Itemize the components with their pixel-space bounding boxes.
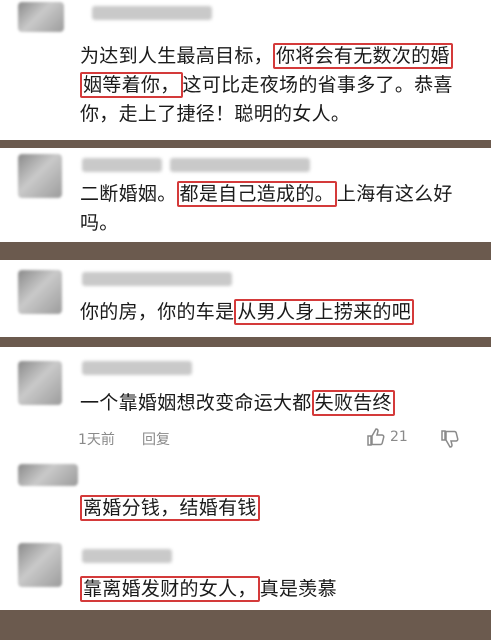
highlighted-text: 离婚分钱，结婚有钱 [80, 495, 260, 521]
username-blurred [82, 158, 162, 172]
text-segment: 上海有这么好 [336, 183, 453, 205]
comment-line: 二断婚姻。 都是自己造成的。 上海有这么好 [80, 180, 480, 209]
text-segment: 一个靠婚姻想改变命运大都 [80, 392, 312, 414]
avatar [18, 361, 62, 405]
username-blurred [82, 272, 232, 286]
background-strip [0, 610, 491, 640]
highlighted-text: 你将会有无数次的婚 [273, 43, 453, 69]
highlighted-text: 姻等着你， [80, 72, 183, 98]
avatar [18, 464, 78, 486]
highlighted-text: 都是自己造成的。 [176, 181, 337, 207]
comment-line: 你，走上了捷径！聪明的女人。 [80, 100, 480, 129]
avatar [18, 154, 62, 198]
comment-text: 靠离婚发财的女人， 真是羡慕 [80, 575, 480, 604]
text-segment: 真是羡慕 [259, 578, 337, 600]
avatar [18, 543, 62, 587]
username-blurred [92, 6, 212, 20]
comment-line: 吗。 [80, 209, 480, 238]
comment-card: 靠离婚发财的女人， 真是羡慕 [0, 535, 491, 610]
comment-card: 一个靠婚姻想改变命运大都 失败告终 1天前 回复 21 [0, 347, 491, 460]
comment-line: 你的房，你的车是 从男人身上捞来的吧 [80, 298, 480, 327]
reply-button[interactable]: 回复 [142, 429, 170, 449]
text-segment: 为达到人生最高目标， [80, 45, 274, 67]
comment-line: 为达到人生最高目标， 你将会有无数次的婚 [80, 42, 480, 71]
comment-text: 二断婚姻。 都是自己造成的。 上海有这么好吗。 [80, 180, 480, 238]
background-strip [0, 337, 491, 347]
like-count: 21 [390, 429, 408, 445]
text-segment: 你，走上了捷径！聪明的女人。 [80, 103, 351, 125]
comment-text: 一个靠婚姻想改变命运大都 失败告终 [80, 389, 480, 418]
text-segment: 这可比走夜场的省事多了。恭喜 [182, 74, 453, 96]
highlighted-text: 从男人身上捞来的吧 [234, 299, 415, 325]
comment-line: 靠离婚发财的女人， 真是羡慕 [80, 575, 480, 604]
thumbs-up-icon[interactable] [366, 427, 386, 447]
username-blurred [170, 158, 310, 172]
thumbs-down-icon[interactable] [440, 429, 460, 449]
comment-text: 离婚分钱，结婚有钱 [80, 494, 480, 523]
text-segment: 吗。 [80, 212, 119, 234]
comment-text: 为达到人生最高目标， 你将会有无数次的婚 姻等着你， 这可比走夜场的省事多了。恭喜 你，… [80, 42, 480, 129]
background-strip [0, 242, 491, 260]
comment-line: 离婚分钱，结婚有钱 [80, 494, 480, 523]
highlighted-text: 靠离婚发财的女人， [80, 576, 260, 602]
avatar [18, 2, 64, 32]
avatar [18, 270, 62, 314]
comment-card: 二断婚姻。 都是自己造成的。 上海有这么好吗。 [0, 148, 491, 242]
comment-card: 你的房，你的车是 从男人身上捞来的吧 [0, 260, 491, 337]
background-strip [0, 140, 491, 148]
username-blurred [82, 549, 172, 563]
text-segment: 二断婚姻。 [80, 183, 177, 205]
comment-text: 你的房，你的车是 从男人身上捞来的吧 [80, 298, 480, 327]
comment-line: 一个靠婚姻想改变命运大都 失败告终 [80, 389, 480, 418]
text-segment: 你的房，你的车是 [80, 301, 235, 323]
highlighted-text: 失败告终 [311, 390, 395, 416]
comment-line: 姻等着你， 这可比走夜场的省事多了。恭喜 [80, 71, 480, 100]
comment-card: 为达到人生最高目标， 你将会有无数次的婚 姻等着你， 这可比走夜场的省事多了。恭喜 你，… [0, 0, 491, 140]
comment-card: 离婚分钱，结婚有钱 [0, 460, 491, 535]
comment-time: 1天前 [78, 432, 115, 448]
username-blurred [82, 361, 192, 375]
